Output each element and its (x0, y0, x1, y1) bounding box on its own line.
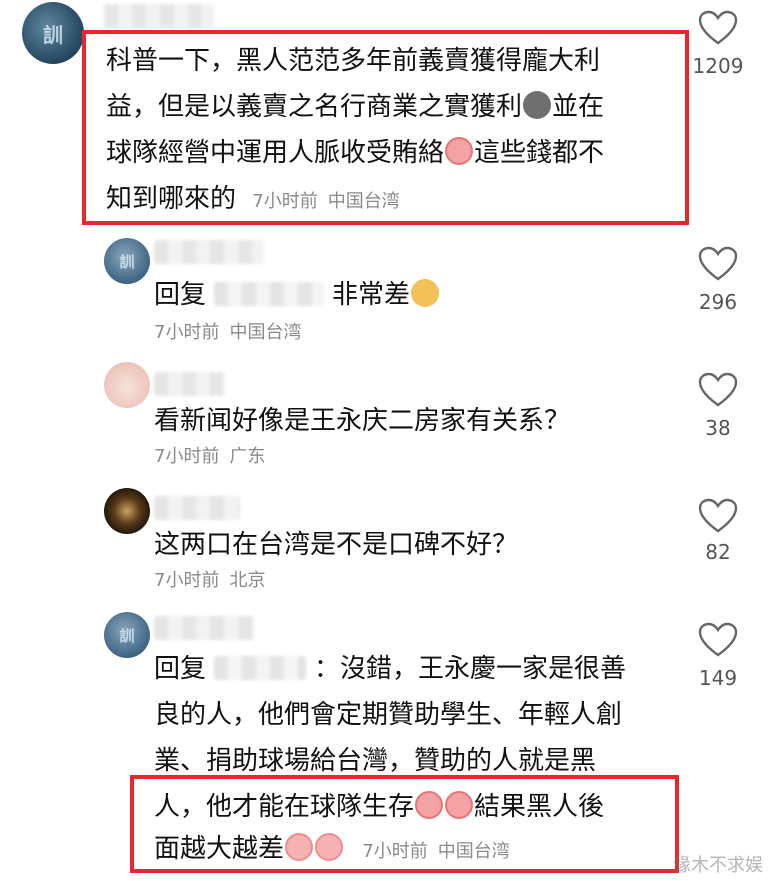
like-count: 1209 (692, 54, 744, 78)
dog-face-emoji-icon (411, 279, 440, 307)
like-heart-icon[interactable] (698, 498, 738, 534)
mention-blurred[interactable] (214, 282, 325, 306)
username-blurred[interactable] (104, 4, 214, 28)
comment-text: 这两口在台湾是不是口碑不好？ (154, 530, 519, 560)
like-count: 149 (698, 666, 738, 690)
comment-text-line: 良的人，他們會定期贊助學生、年輕人創 (154, 700, 623, 730)
comment-text-line: 面越大越差 7小时前 中国台湾 (154, 833, 510, 864)
comment-meta: 7小时前 北京 (154, 570, 266, 591)
like-count: 38 (705, 416, 731, 440)
username-blurred[interactable] (154, 616, 254, 640)
comment-time: 7小时前 (252, 191, 318, 212)
comment-text-line: 回复 ：沒錯，王永慶一家是很善 (154, 654, 627, 684)
like-heart-icon[interactable] (698, 622, 738, 658)
like-heart-icon[interactable] (698, 372, 738, 408)
avatar[interactable]: 訓 (104, 612, 150, 658)
sweating-face-emoji-icon (315, 833, 344, 861)
avatar[interactable] (104, 362, 150, 408)
like-heart-icon[interactable] (698, 10, 738, 46)
comment-time: 7小时前 (362, 841, 428, 862)
like-count: 296 (698, 290, 738, 314)
mention-blurred[interactable] (214, 656, 307, 680)
comment-text: 看新闻好像是王永庆二房家有关系？ (154, 406, 571, 436)
username-blurred[interactable] (154, 240, 264, 264)
avatar[interactable]: 訓 (22, 2, 84, 64)
avatar[interactable]: 訓 (104, 238, 150, 284)
like-heart-icon[interactable] (698, 246, 738, 282)
comment-location: 中国台湾 (327, 191, 400, 212)
money-bag-emoji-icon (523, 91, 552, 119)
username-blurred[interactable] (154, 496, 240, 520)
comment-text-line: 益，但是以義賣之名行商業之實獲利 並在 (106, 91, 605, 122)
crying-face-emoji-icon (445, 137, 474, 165)
comment-meta: 7小时前 中国台湾 (154, 322, 302, 343)
comment-text-line: 回复 非常差 (154, 272, 440, 318)
crying-face-emoji-icon (445, 791, 474, 819)
comment-text-line: 知到哪來的 7小时前 中国台湾 (106, 184, 400, 214)
crying-face-emoji-icon (415, 791, 444, 819)
avatar[interactable] (104, 488, 150, 534)
comment-text-line: 人，他才能在球隊生存 結果黑人後 (154, 791, 605, 822)
comment-meta: 7小时前 广东 (154, 446, 266, 467)
sweating-face-emoji-icon (285, 833, 314, 861)
like-count: 82 (705, 540, 731, 564)
watermark: 缘木不求娱 (673, 855, 763, 876)
comment-text-line: 球隊經營中運用人脈收受賄絡 這些錢都不 (106, 137, 605, 168)
username-blurred[interactable] (154, 372, 224, 396)
comment-text-line: 科普一下，黑人范范多年前義賣獲得龐大利 (106, 46, 601, 76)
comment-location: 中国台湾 (437, 841, 510, 862)
